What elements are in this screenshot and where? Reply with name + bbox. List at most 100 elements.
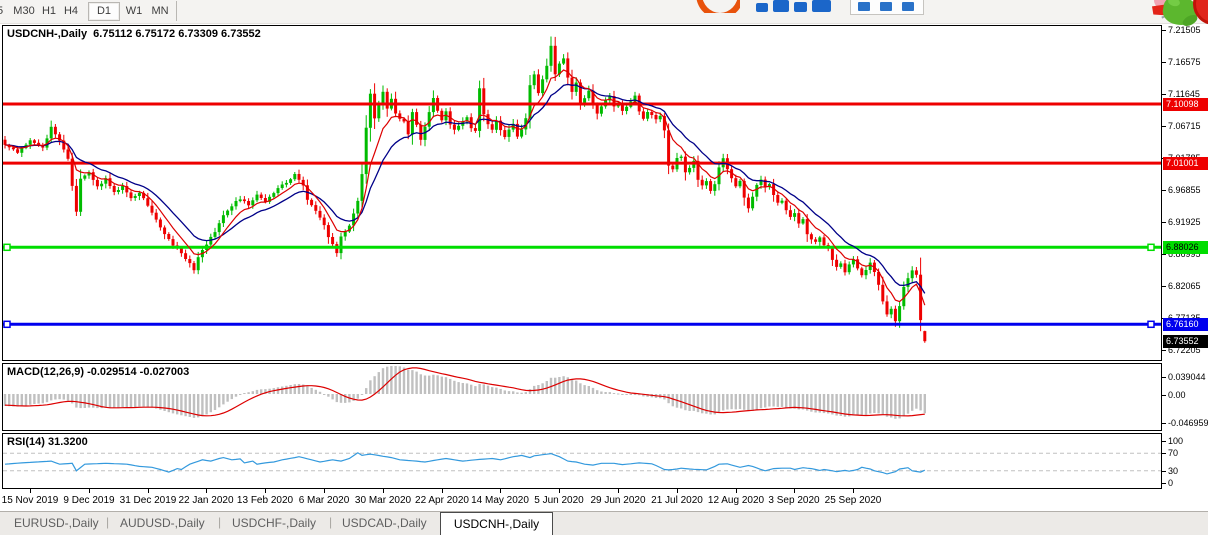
price-axis-tick — [1162, 94, 1166, 95]
macd-histogram-bar — [256, 390, 258, 394]
macd-histogram-bar — [495, 388, 497, 394]
candle-body — [453, 125, 456, 130]
price-chart-panel[interactable]: USDCNH-,Daily 6.75112 6.75172 6.73309 6.… — [2, 25, 1162, 361]
candle-body — [545, 66, 548, 80]
candle-body — [894, 309, 897, 321]
candle-body — [16, 149, 19, 153]
date-label: 21 Jul 2020 — [651, 495, 703, 506]
candle-body — [33, 140, 36, 143]
macd-histogram-bar — [113, 394, 115, 408]
macd-histogram-bar — [483, 384, 485, 394]
tab-usdchf-daily[interactable]: USDCHF-,Daily — [232, 516, 316, 530]
macd-label: MACD(12,26,9) -0.029514 -0.027003 — [7, 366, 189, 378]
candle-body — [251, 200, 254, 205]
macd-histogram-bar — [327, 394, 329, 397]
candle-body — [520, 129, 523, 136]
macd-histogram-bar — [701, 394, 703, 413]
tab-eurusd-daily[interactable]: EURUSD-,Daily — [14, 516, 99, 530]
candle-body — [705, 181, 708, 185]
macd-histogram-bar — [373, 376, 375, 394]
candle-body — [818, 237, 821, 242]
macd-histogram-bar — [147, 394, 149, 407]
date-label: 25 Sep 2020 — [825, 495, 882, 506]
macd-histogram-bar — [88, 394, 90, 408]
macd-histogram-bar — [508, 391, 510, 394]
macd-histogram-bar — [117, 394, 119, 408]
tab-audusd-daily[interactable]: AUDUSD-,Daily — [120, 516, 205, 530]
candle-body — [83, 176, 86, 179]
candle-body — [835, 260, 838, 267]
macd-histogram-bar — [772, 394, 774, 407]
timeframe-d1-button[interactable]: D1 — [88, 2, 120, 21]
price-axis-tick — [1162, 254, 1166, 255]
candle-body — [823, 237, 826, 245]
macd-histogram-bar — [142, 394, 144, 407]
macd-histogram-bar — [621, 394, 623, 395]
candle-body — [327, 225, 330, 237]
candle-body — [923, 331, 926, 341]
macd-histogram-bar — [84, 394, 86, 408]
macd-panel[interactable]: MACD(12,26,9) -0.029514 -0.027003 — [2, 363, 1162, 431]
candle-body — [457, 126, 460, 130]
macd-histogram-bar — [252, 391, 254, 394]
macd-histogram-bar — [214, 394, 216, 410]
timeframe-w1-button[interactable]: W1 — [124, 3, 144, 19]
candle-body — [167, 234, 170, 239]
date-tick — [30, 489, 31, 493]
date-label: 30 Mar 2020 — [355, 495, 411, 506]
macd-axis-tick — [1162, 377, 1166, 378]
macd-histogram-bar — [197, 394, 199, 417]
toolbar-mini-icons — [850, 0, 924, 15]
tab-usdcnh-daily[interactable]: USDCNH-,Daily — [440, 512, 553, 535]
macd-histogram-bar — [243, 393, 245, 394]
rsi-panel[interactable]: RSI(14) 31.3200 — [2, 433, 1162, 489]
timeframe-m5-button[interactable]: 5 — [0, 3, 6, 19]
candle-body — [285, 183, 288, 185]
macd-histogram-bar — [516, 392, 518, 394]
macd-histogram-bar — [205, 394, 207, 414]
macd-histogram-bar — [310, 388, 312, 394]
timeframe-h1-button[interactable]: H1 — [39, 3, 59, 19]
candle-body — [881, 285, 884, 302]
level-handle[interactable] — [4, 244, 10, 250]
level-handle[interactable] — [4, 321, 10, 327]
candle-body — [495, 121, 498, 130]
macd-histogram-bar — [382, 368, 384, 394]
candle-body — [377, 104, 380, 118]
candle-body — [625, 107, 628, 111]
date-tick — [500, 489, 501, 493]
macd-histogram-bar — [180, 394, 182, 415]
macd-histogram-bar — [58, 394, 60, 399]
timeframe-m30-button[interactable]: M30 — [10, 3, 38, 19]
macd-histogram-bar — [289, 385, 291, 394]
date-tick — [794, 489, 795, 493]
rsi-axis-tick — [1162, 471, 1166, 472]
macd-histogram-bar — [411, 370, 413, 394]
candle-body — [138, 193, 141, 196]
price-badge: 6.88026 — [1163, 241, 1208, 254]
candle-body — [293, 174, 296, 179]
macd-histogram-bar — [138, 394, 140, 407]
macd-histogram-bar — [604, 392, 606, 394]
candle-body — [369, 94, 372, 128]
level-handle[interactable] — [1148, 321, 1154, 327]
candle-body — [184, 253, 187, 259]
candle-body — [331, 237, 334, 244]
timeframe-h4-button[interactable]: H4 — [61, 3, 81, 19]
price-axis-tick — [1162, 350, 1166, 351]
macd-histogram-bar — [428, 376, 430, 394]
rsi-plot[interactable] — [3, 434, 1161, 488]
macd-histogram-bar — [588, 386, 590, 394]
candle-body — [865, 270, 868, 275]
candle-body — [806, 219, 809, 234]
macd-histogram-bar — [873, 394, 875, 413]
candlestick-chart[interactable] — [3, 26, 1161, 360]
timeframe-mn-button[interactable]: MN — [148, 3, 172, 19]
price-badge: 7.01001 — [1163, 157, 1208, 170]
macd-histogram-bar — [63, 394, 65, 400]
level-handle[interactable] — [1148, 244, 1154, 250]
macd-histogram-bar — [424, 376, 426, 395]
macd-histogram-bar — [457, 382, 459, 394]
macd-histogram-bar — [848, 394, 850, 416]
tab-usdcad-daily[interactable]: USDCAD-,Daily — [342, 516, 427, 530]
